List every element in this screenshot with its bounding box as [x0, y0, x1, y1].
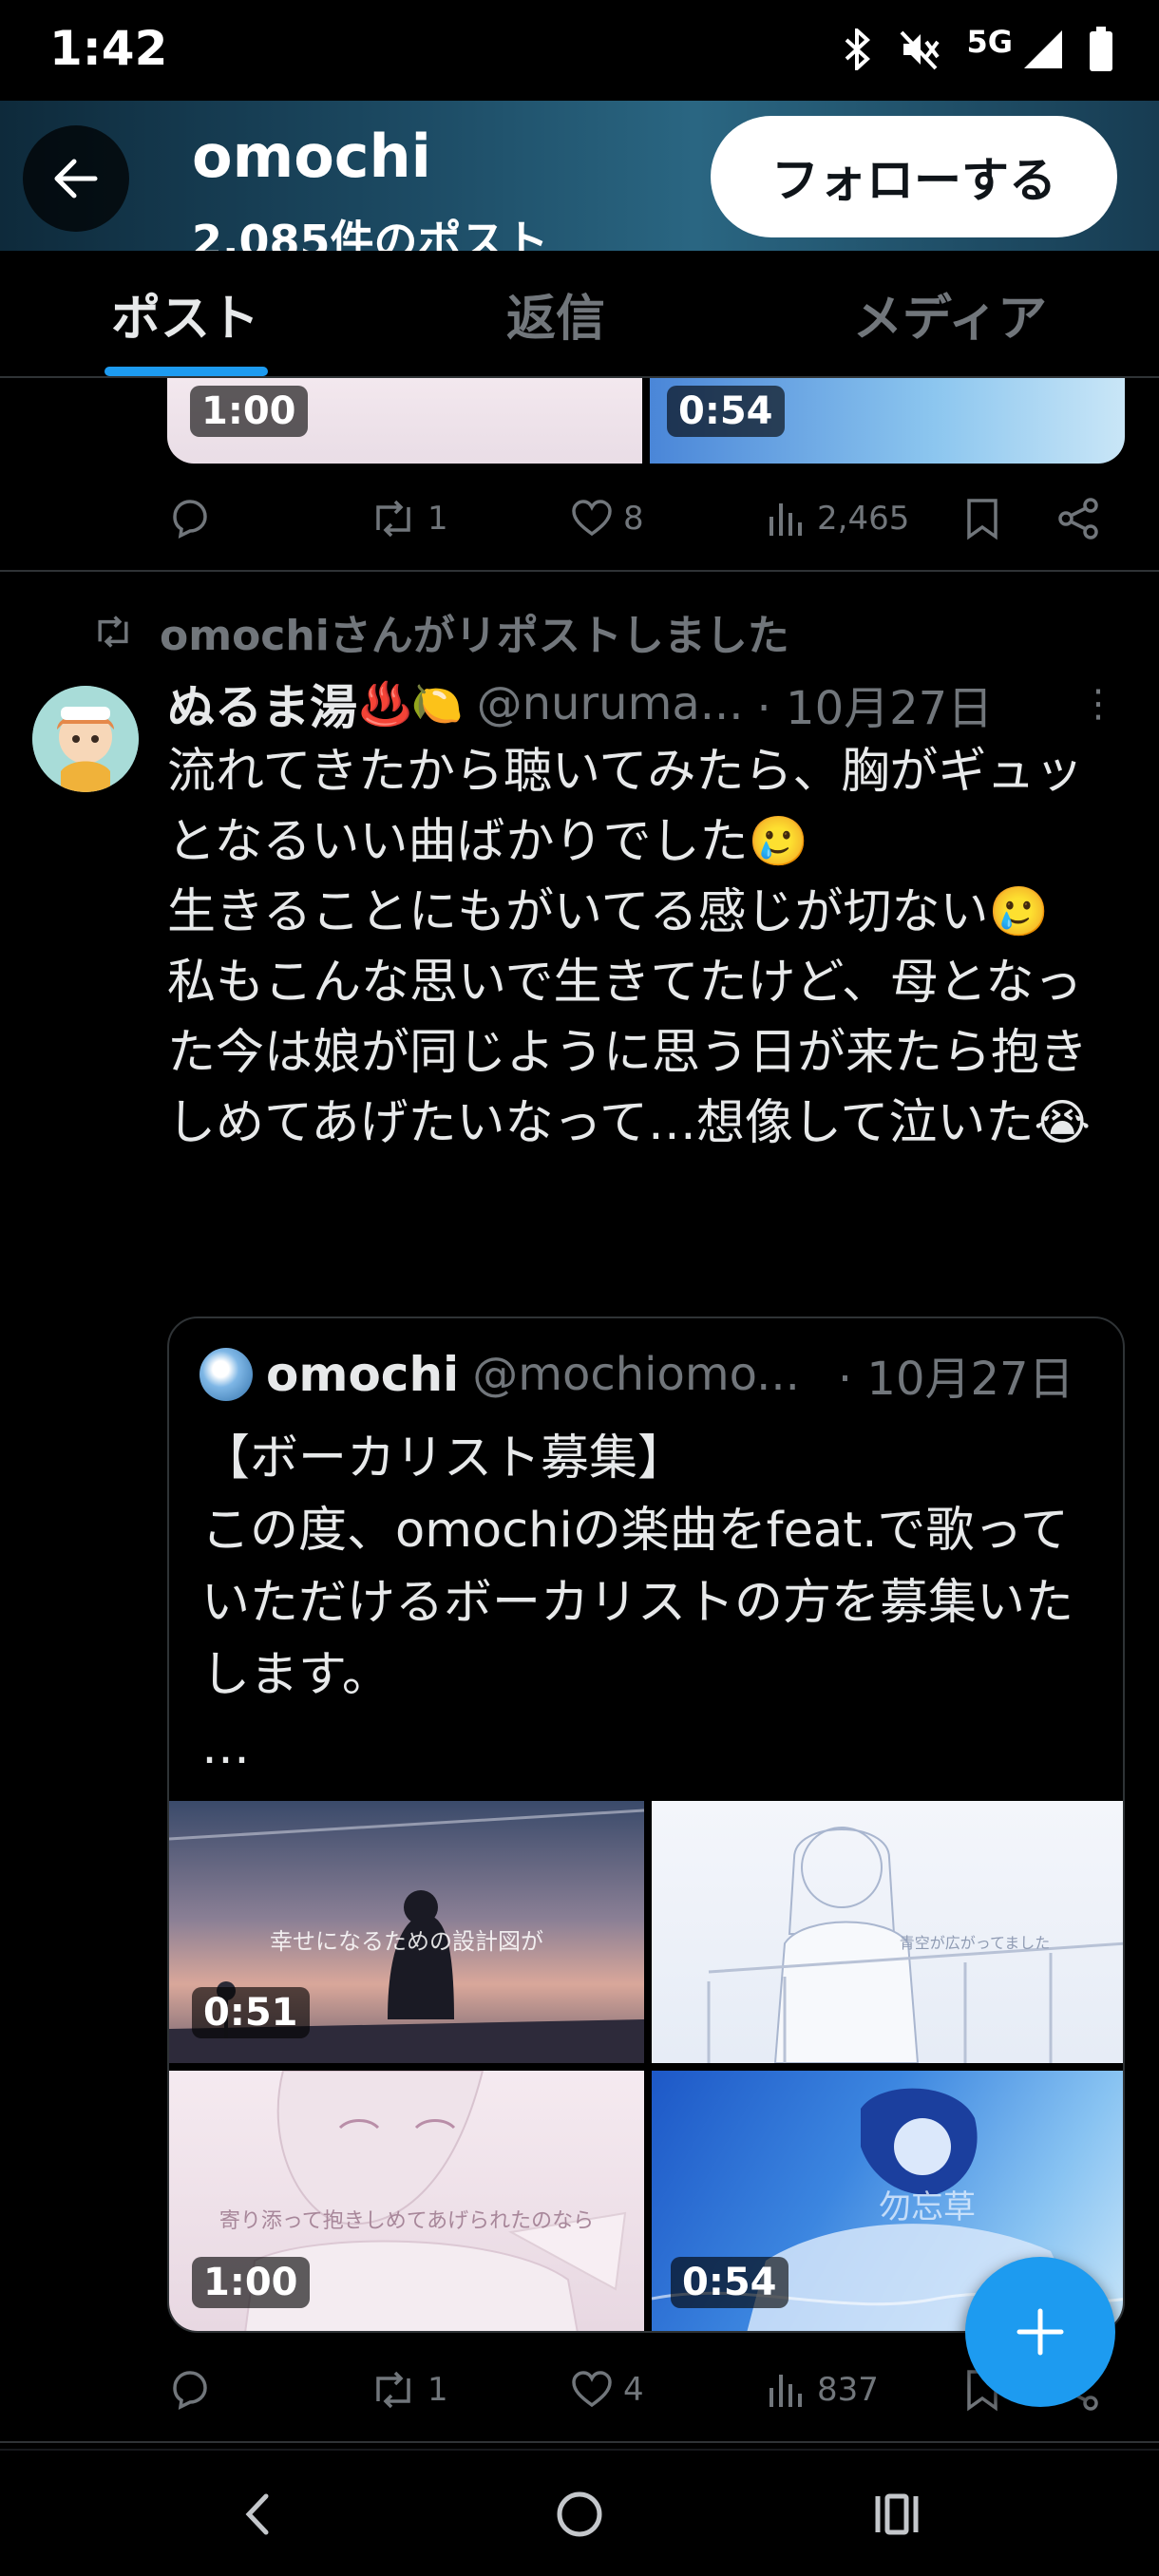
quote-header: omochi @mochiomo... · 10月27日 — [200, 1343, 1074, 1406]
tweet-divider — [0, 570, 1159, 572]
status-time: 1:42 — [49, 21, 168, 76]
quote-date: · 10月27日 — [837, 1353, 1074, 1406]
bookmark-button[interactable] — [963, 490, 1001, 547]
back-button[interactable] — [23, 125, 129, 232]
quote-avatar — [200, 1348, 253, 1401]
views-count: 2,465 — [817, 500, 910, 538]
repost-icon — [98, 616, 128, 648]
share-button[interactable] — [1056, 490, 1100, 547]
back-arrow-icon — [54, 159, 98, 199]
status-bar: 1:42 5G — [0, 0, 1159, 101]
thumbnail-caption: 幸せになるための設計図が — [270, 1928, 543, 1955]
video-duration: 1:00 — [190, 386, 308, 437]
tab-replies[interactable]: 返信 — [370, 251, 741, 376]
repost-indicator: omochiさんがリポストしました — [91, 598, 789, 665]
more-options-icon[interactable]: ⋮ — [1079, 682, 1117, 726]
like-icon — [572, 2371, 612, 2408]
reply-button[interactable] — [167, 490, 211, 547]
author-name[interactable]: ぬるま湯 — [167, 670, 357, 738]
media-thumbnail[interactable]: 青空が広がってました — [652, 1801, 1123, 2063]
repost-count: 1 — [428, 2371, 448, 2409]
quote-author-name: omochi — [266, 1347, 460, 1402]
media-thumbnail[interactable]: 幸せになるための設計図が 0:51 — [169, 1801, 644, 2063]
views-count: 837 — [817, 2371, 879, 2409]
system-navigation-bar — [0, 2449, 1159, 2576]
post-count: 2,085件のポスト — [192, 216, 549, 251]
profile-header: omochi 2,085件のポスト フォローする — [0, 101, 1159, 251]
tweet-text: 流れてきたから聴いてみたら、胸がギュッとなるいい曲ばかりでした🥲 生きることにも… — [167, 744, 1091, 1151]
status-icons: 5G — [841, 21, 1113, 78]
video-duration: 1:00 — [192, 2257, 310, 2308]
like-icon — [572, 500, 612, 537]
like-count: 4 — [623, 2371, 644, 2409]
quote-text: 【ボーカリスト募集】 この度、omochiの楽曲をfeat.で歌っていただけるボ… — [201, 1430, 1074, 1775]
tab-media[interactable]: メディア — [741, 251, 1159, 376]
views-button[interactable]: 2,465 — [766, 490, 909, 547]
video-duration: 0:54 — [667, 386, 785, 437]
tab-posts[interactable]: ポスト — [0, 251, 370, 376]
reply-icon — [173, 2371, 207, 2411]
active-tab-indicator — [104, 367, 268, 376]
video-duration: 0:54 — [671, 2257, 788, 2308]
chevron-left-icon — [245, 2493, 269, 2535]
author-handle[interactable]: @nuruma... — [477, 677, 744, 730]
avatar[interactable] — [32, 686, 139, 792]
tweet-date[interactable]: · 10月27日 — [757, 671, 994, 737]
nav-back-button[interactable] — [182, 2451, 334, 2576]
media-thumbnail[interactable]: 1:00 — [167, 378, 642, 464]
compose-post-button[interactable] — [965, 2257, 1115, 2407]
nav-home-button[interactable] — [504, 2451, 656, 2576]
repost-count: 1 — [428, 500, 448, 538]
like-count: 8 — [623, 500, 644, 538]
media-thumbnail[interactable]: 寄り添って抱きしめてあげられたのなら 1:00 — [169, 2071, 644, 2331]
quote-media-grid: 幸せになるための設計図が 0:51 青空が広がってました 寄り添って抱きしめてあ… — [169, 1801, 1123, 2331]
battery-icon — [1090, 27, 1112, 71]
home-circle-icon — [557, 2491, 602, 2537]
signal-icon — [1024, 30, 1062, 68]
reply-icon — [173, 500, 207, 540]
like-button[interactable]: 4 — [570, 2361, 644, 2418]
repost-icon — [376, 2371, 410, 2409]
bluetooth-icon — [846, 28, 871, 70]
views-icon — [770, 503, 802, 536]
quote-author-handle: @mochiomo... — [472, 1348, 800, 1401]
video-duration: 0:51 — [192, 1987, 310, 2038]
author-name-emoji: ♨️🍋 — [359, 680, 464, 729]
network-type: 5G — [966, 24, 1013, 60]
nav-recents-button[interactable] — [821, 2451, 973, 2576]
media-thumbnail[interactable]: 0:54 — [650, 378, 1125, 464]
recents-icon — [875, 2493, 919, 2535]
plus-icon — [1016, 2308, 1064, 2356]
repost-button[interactable]: 1 — [369, 490, 448, 547]
thumbnail-caption: 寄り添って抱きしめてあげられたのなら — [218, 2209, 595, 2233]
like-button[interactable]: 8 — [570, 490, 644, 547]
bookmark-icon — [967, 499, 998, 540]
tweet-actions: 1 8 2,465 — [167, 490, 1117, 547]
thumbnail-caption: 勿忘草 — [879, 2188, 976, 2226]
views-icon — [770, 2375, 802, 2407]
quote-tweet-card[interactable]: omochi @mochiomo... · 10月27日 【ボーカリスト募集】 … — [167, 1316, 1125, 2333]
tweet-divider — [0, 2441, 1159, 2443]
repost-button[interactable]: 1 — [369, 2361, 448, 2418]
reply-button[interactable] — [167, 2361, 211, 2418]
share-icon — [1058, 498, 1098, 540]
follow-button[interactable]: フォローする — [711, 116, 1117, 237]
tweet-header: ぬるま湯 ♨️🍋 @nuruma... · 10月27日 ⋮ — [167, 672, 1117, 735]
profile-name: omochi — [192, 122, 431, 191]
previous-tweet-media: 1:00 0:54 — [167, 378, 1125, 464]
views-button[interactable]: 837 — [766, 2361, 879, 2418]
thumbnail-caption: 青空が広がってました — [899, 1934, 1051, 1952]
avatar-illustration — [32, 686, 139, 792]
mute-icon — [901, 30, 940, 70]
repost-label: omochiさんがリポストしました — [160, 612, 789, 660]
repost-icon — [376, 500, 410, 538]
profile-tabs: ポスト 返信 メディア — [0, 251, 1159, 378]
